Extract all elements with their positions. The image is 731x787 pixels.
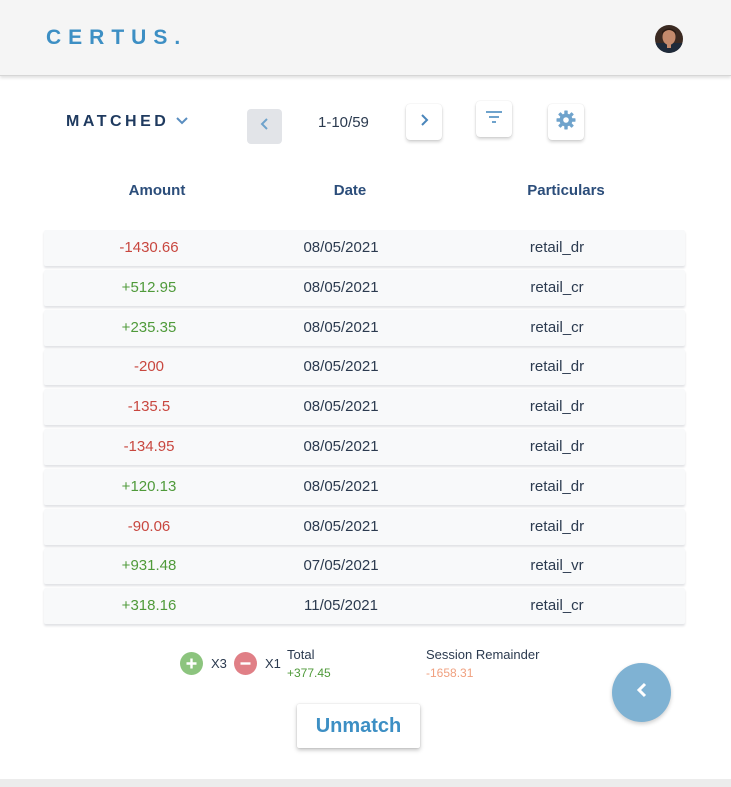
unmatch-button[interactable]: Unmatch: [297, 704, 420, 748]
filter-icon: [485, 110, 503, 129]
session-remainder-label: Session Remainder: [426, 647, 540, 662]
row-particulars: retail_cr: [530, 318, 584, 336]
table-row[interactable]: -134.95 08/05/2021 retail_dr: [44, 428, 685, 465]
row-date: 08/05/2021: [303, 358, 379, 376]
status-dropdown-label: MATCHED: [66, 113, 170, 130]
column-header-amount[interactable]: Amount: [129, 182, 186, 199]
user-avatar[interactable]: [655, 25, 683, 53]
row-date: 08/05/2021: [303, 517, 379, 535]
table-row[interactable]: -1430.66 08/05/2021 retail_dr: [44, 230, 685, 266]
table-row[interactable]: +120.13 08/05/2021 retail_dr: [44, 468, 685, 505]
table-row[interactable]: +931.48 07/05/2021 retail_vr: [44, 548, 685, 585]
row-amount: +512.95: [121, 278, 177, 296]
row-particulars: retail_dr: [529, 517, 585, 535]
next-page-button[interactable]: [406, 104, 442, 140]
row-date: 08/05/2021: [303, 477, 379, 495]
column-header-particulars[interactable]: Particulars: [527, 182, 605, 199]
row-date: 08/05/2021: [303, 437, 379, 455]
row-amount: -135.5: [127, 398, 171, 416]
credit-count: X3: [211, 656, 227, 671]
total-label: Total: [287, 647, 315, 662]
row-particulars: retail_cr: [530, 597, 584, 615]
row-amount: -134.95: [123, 437, 175, 455]
row-amount: +318.16: [121, 597, 177, 615]
row-particulars: retail_dr: [529, 398, 585, 416]
plus-circle-icon: [180, 652, 203, 675]
row-particulars: retail_dr: [529, 358, 585, 376]
table-row[interactable]: +235.35 08/05/2021 retail_cr: [44, 309, 685, 346]
chevron-right-icon: [418, 113, 430, 132]
row-date: 11/05/2021: [304, 597, 378, 615]
gear-icon: [556, 110, 576, 135]
row-particulars: retail_dr: [529, 477, 585, 495]
chevron-left-icon: [634, 681, 650, 704]
chevron-left-icon: [259, 117, 271, 136]
row-date: 08/05/2021: [303, 318, 379, 336]
debit-count: X1: [265, 656, 281, 671]
transactions-list: -1430.66 08/05/2021 retail_dr +512.95 08…: [44, 230, 685, 628]
row-particulars: retail_dr: [529, 437, 585, 455]
page-indicator: 1-10/59: [318, 114, 369, 131]
chevron-down-icon: [175, 113, 189, 131]
bottom-bar: [0, 779, 731, 787]
row-date: 07/05/2021: [303, 557, 379, 575]
row-amount: +931.48: [121, 557, 177, 575]
row-amount: -90.06: [127, 517, 171, 535]
table-header: Amount Date Particulars: [44, 182, 685, 202]
column-header-date[interactable]: Date: [334, 182, 367, 199]
status-dropdown[interactable]: MATCHED: [66, 112, 189, 132]
row-particulars: retail_dr: [529, 239, 585, 256]
table-row[interactable]: -135.5 08/05/2021 retail_dr: [44, 389, 685, 426]
row-amount: -1430.66: [119, 239, 179, 256]
session-remainder-value: -1658.31: [426, 666, 474, 680]
total-value: +377.45: [287, 666, 331, 680]
avatar-icon: [655, 25, 683, 53]
row-amount: +235.35: [121, 318, 177, 336]
app-header: CERTUS.: [0, 0, 731, 76]
row-amount: +120.13: [121, 477, 177, 495]
row-particulars: retail_cr: [530, 278, 584, 296]
row-amount: -200: [133, 358, 165, 376]
back-fab-button[interactable]: [612, 663, 671, 722]
row-date: 08/05/2021: [303, 239, 379, 256]
toolbar: MATCHED 1-10/59: [0, 96, 731, 156]
app-logo[interactable]: CERTUS.: [46, 26, 187, 50]
settings-button[interactable]: [548, 104, 584, 140]
minus-circle-icon: [234, 652, 257, 675]
table-row[interactable]: -200 08/05/2021 retail_dr: [44, 349, 685, 386]
prev-page-button[interactable]: [247, 109, 282, 144]
table-row[interactable]: +512.95 08/05/2021 retail_cr: [44, 269, 685, 306]
table-row[interactable]: -90.06 08/05/2021 retail_dr: [44, 508, 685, 545]
row-date: 08/05/2021: [303, 278, 379, 296]
row-date: 08/05/2021: [303, 398, 379, 416]
filter-button[interactable]: [476, 101, 512, 137]
row-particulars: retail_vr: [530, 557, 584, 575]
table-row[interactable]: +318.16 11/05/2021 retail_cr: [44, 588, 685, 625]
